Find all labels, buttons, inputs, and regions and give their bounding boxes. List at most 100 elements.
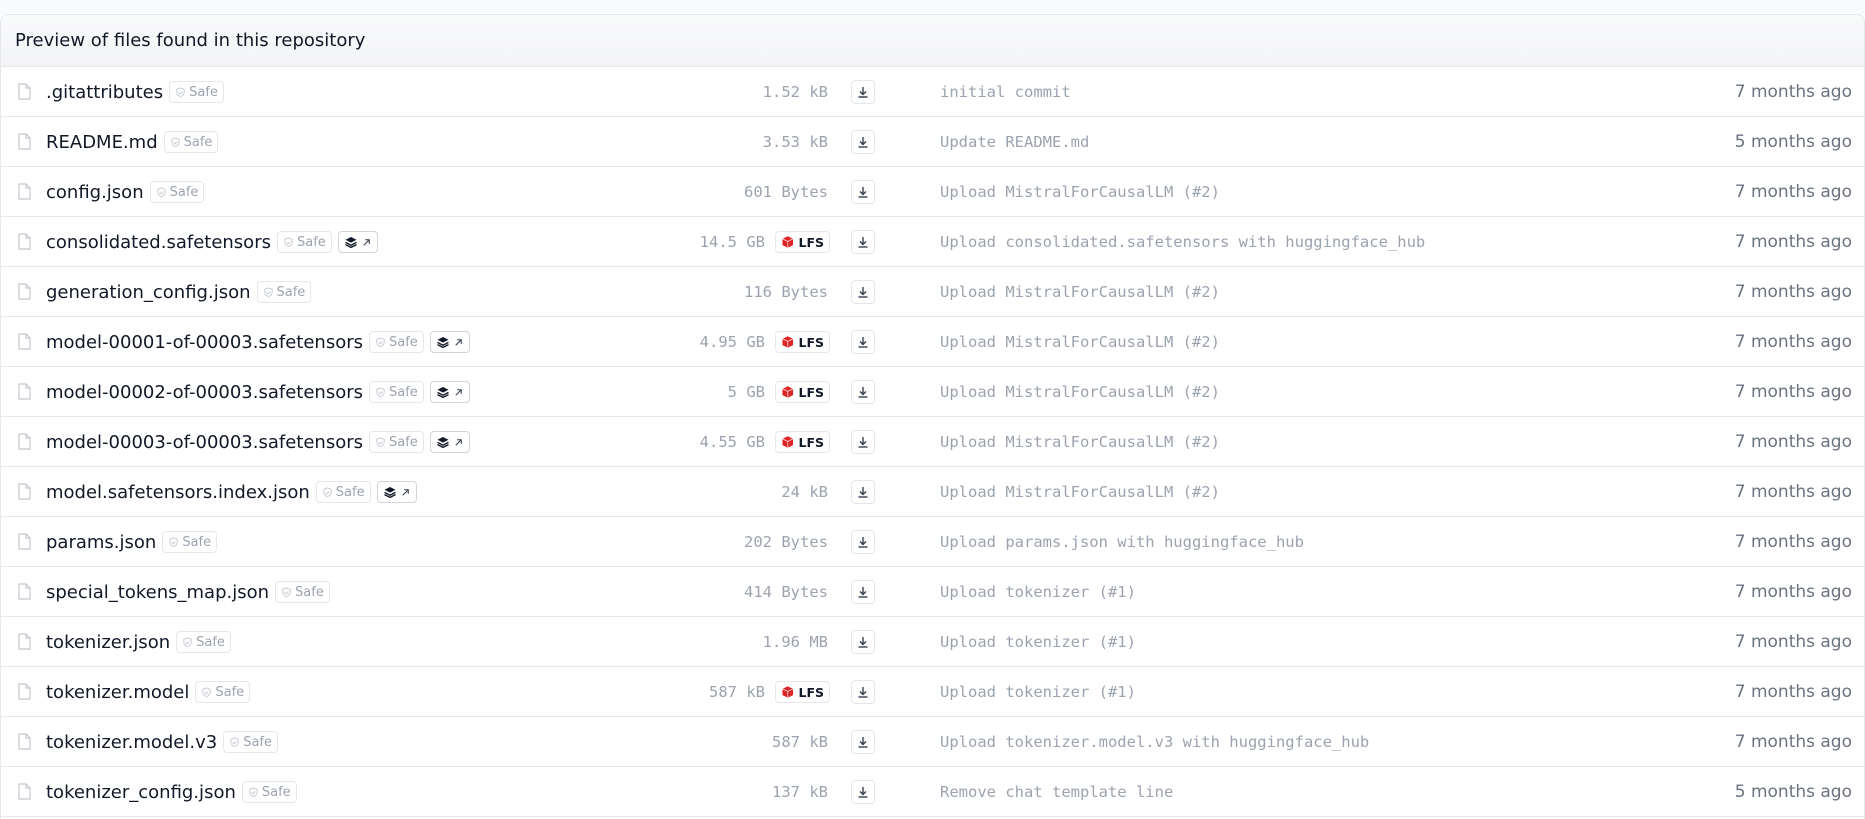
- file-row[interactable]: model-00003-of-00003.safetensors Safe 4.…: [1, 417, 1864, 467]
- file-name-link[interactable]: model-00002-of-00003.safetensors: [46, 382, 363, 403]
- file-name-link[interactable]: model-00003-of-00003.safetensors: [46, 432, 363, 453]
- download-button[interactable]: [851, 730, 875, 754]
- safe-badge[interactable]: Safe: [241, 781, 297, 803]
- commit-message-link[interactable]: Remove chat template line: [940, 767, 1173, 817]
- file-name-link[interactable]: model.safetensors.index.json: [46, 482, 310, 503]
- safe-badge[interactable]: Safe: [176, 631, 231, 653]
- file-name-link[interactable]: config.json: [46, 182, 144, 203]
- safe-badge[interactable]: Safe: [195, 681, 251, 703]
- file-row[interactable]: README.md Safe 3.53 kB Update README.md …: [1, 117, 1864, 167]
- arrow-up-right-icon: [455, 338, 462, 346]
- file-row[interactable]: generation_config.json Safe 116 Bytes Up…: [1, 267, 1864, 317]
- safe-badge[interactable]: Safe: [163, 131, 219, 153]
- safe-badge[interactable]: Safe: [369, 431, 424, 453]
- commit-message-link[interactable]: Upload tokenizer (#1): [940, 667, 1136, 717]
- file-icon: [18, 233, 31, 250]
- xet-badge[interactable]: [376, 481, 417, 503]
- file-row[interactable]: params.json Safe 202 Bytes Upload params…: [1, 517, 1864, 567]
- download-button[interactable]: [851, 780, 875, 804]
- file-list: .gitattributes Safe 1.52 kB initial comm…: [1, 67, 1864, 817]
- file-name-link[interactable]: README.md: [46, 132, 158, 153]
- file-row[interactable]: tokenizer.json Safe 1.96 MB Upload token…: [1, 617, 1864, 667]
- file-name-link[interactable]: params.json: [46, 532, 156, 553]
- safe-badge[interactable]: Safe: [275, 581, 330, 603]
- file-name-link[interactable]: tokenizer.model.v3: [46, 732, 217, 753]
- commit-message-link[interactable]: Upload MistralForCausalLM (#2): [940, 417, 1220, 467]
- commit-message-link[interactable]: Upload MistralForCausalLM (#2): [940, 367, 1220, 417]
- xet-badge[interactable]: [429, 331, 470, 353]
- file-name-link[interactable]: tokenizer.json: [46, 632, 170, 653]
- file-row[interactable]: model-00002-of-00003.safetensors Safe 5 …: [1, 367, 1864, 417]
- xet-badge[interactable]: [429, 381, 470, 403]
- file-name-link[interactable]: model-00001-of-00003.safetensors: [46, 332, 363, 353]
- file-name-link[interactable]: .gitattributes: [46, 82, 163, 103]
- commit-message-link[interactable]: Upload MistralForCausalLM (#2): [940, 467, 1220, 517]
- safe-badge[interactable]: Safe: [162, 531, 218, 553]
- commit-message-link[interactable]: Upload params.json with huggingface_hub: [940, 517, 1304, 567]
- file-size: 14.5 GB: [699, 233, 765, 251]
- file-name-link[interactable]: consolidated.safetensors: [46, 232, 271, 253]
- lfs-badge[interactable]: LFS: [775, 381, 830, 403]
- file-name-link[interactable]: special_tokens_map.json: [46, 582, 269, 603]
- file-row[interactable]: tokenizer_config.json Safe 137 kB Remove…: [1, 767, 1864, 817]
- download-button[interactable]: [851, 580, 875, 604]
- file-name-group: tokenizer_config.json Safe: [46, 767, 297, 817]
- download-button[interactable]: [851, 630, 875, 654]
- files-panel: Preview of files found in this repositor…: [0, 14, 1865, 819]
- lfs-badge[interactable]: LFS: [775, 231, 830, 253]
- safe-badge[interactable]: Safe: [149, 181, 205, 203]
- safe-badge[interactable]: Safe: [315, 481, 371, 503]
- download-button[interactable]: [851, 180, 875, 204]
- last-modified-date: 7 months ago: [1734, 382, 1852, 402]
- xet-badge[interactable]: [337, 231, 378, 253]
- commit-message-link[interactable]: Upload tokenizer (#1): [940, 567, 1136, 617]
- commit-message-link[interactable]: Upload tokenizer (#1): [940, 617, 1136, 667]
- download-icon: [858, 437, 868, 448]
- commit-message-link[interactable]: Upload MistralForCausalLM (#2): [940, 167, 1220, 217]
- lfs-badge[interactable]: LFS: [775, 331, 830, 353]
- download-button[interactable]: [851, 80, 875, 104]
- download-button[interactable]: [851, 430, 875, 454]
- download-button[interactable]: [851, 480, 875, 504]
- file-name-link[interactable]: tokenizer_config.json: [46, 782, 236, 803]
- download-icon: [858, 137, 868, 148]
- commit-message-link[interactable]: Upload tokenizer.model.v3 with huggingfa…: [940, 717, 1369, 767]
- download-button[interactable]: [851, 130, 875, 154]
- file-row[interactable]: special_tokens_map.json Safe 414 Bytes U…: [1, 567, 1864, 617]
- safe-badge[interactable]: Safe: [223, 731, 278, 753]
- download-button[interactable]: [851, 380, 875, 404]
- download-button[interactable]: [851, 330, 875, 354]
- file-name-link[interactable]: generation_config.json: [46, 282, 251, 303]
- lfs-badge[interactable]: LFS: [775, 681, 830, 703]
- file-name-link[interactable]: tokenizer.model: [46, 682, 189, 703]
- lfs-badge[interactable]: LFS: [775, 431, 830, 453]
- commit-message-link[interactable]: Upload MistralForCausalLM (#2): [940, 317, 1220, 367]
- download-button[interactable]: [851, 230, 875, 254]
- safe-label: Safe: [389, 384, 418, 400]
- safe-badge[interactable]: Safe: [369, 331, 424, 353]
- download-button[interactable]: [851, 680, 875, 704]
- safe-badge[interactable]: Safe: [169, 81, 224, 103]
- file-row[interactable]: .gitattributes Safe 1.52 kB initial comm…: [1, 67, 1864, 117]
- commit-message-link[interactable]: initial commit: [940, 67, 1071, 117]
- safe-badge[interactable]: Safe: [369, 381, 424, 403]
- commit-message-link[interactable]: Upload consolidated.safetensors with hug…: [940, 217, 1425, 267]
- file-row[interactable]: tokenizer.model Safe 587 kB LFS Upload t…: [1, 667, 1864, 717]
- file-row[interactable]: tokenizer.model.v3 Safe 587 kB Upload to…: [1, 717, 1864, 767]
- commit-message-link[interactable]: Update README.md: [940, 117, 1089, 167]
- file-row[interactable]: model-00001-of-00003.safetensors Safe 4.…: [1, 317, 1864, 367]
- lfs-box-icon: [782, 336, 794, 348]
- download-button[interactable]: [851, 530, 875, 554]
- safe-label: Safe: [389, 434, 418, 450]
- download-button[interactable]: [851, 280, 875, 304]
- safe-badge[interactable]: Safe: [276, 231, 332, 253]
- safe-badge[interactable]: Safe: [256, 281, 312, 303]
- last-modified-date: 7 months ago: [1734, 282, 1852, 302]
- safe-label: Safe: [196, 634, 225, 650]
- file-row[interactable]: config.json Safe 601 Bytes Upload Mistra…: [1, 167, 1864, 217]
- xet-badge[interactable]: [429, 431, 470, 453]
- file-row[interactable]: model.safetensors.index.json Safe 24 kB …: [1, 467, 1864, 517]
- file-row[interactable]: consolidated.safetensors Safe 14.5 GB LF…: [1, 217, 1864, 267]
- commit-message-link[interactable]: Upload MistralForCausalLM (#2): [940, 267, 1220, 317]
- file-size: 4.55 GB: [699, 433, 765, 451]
